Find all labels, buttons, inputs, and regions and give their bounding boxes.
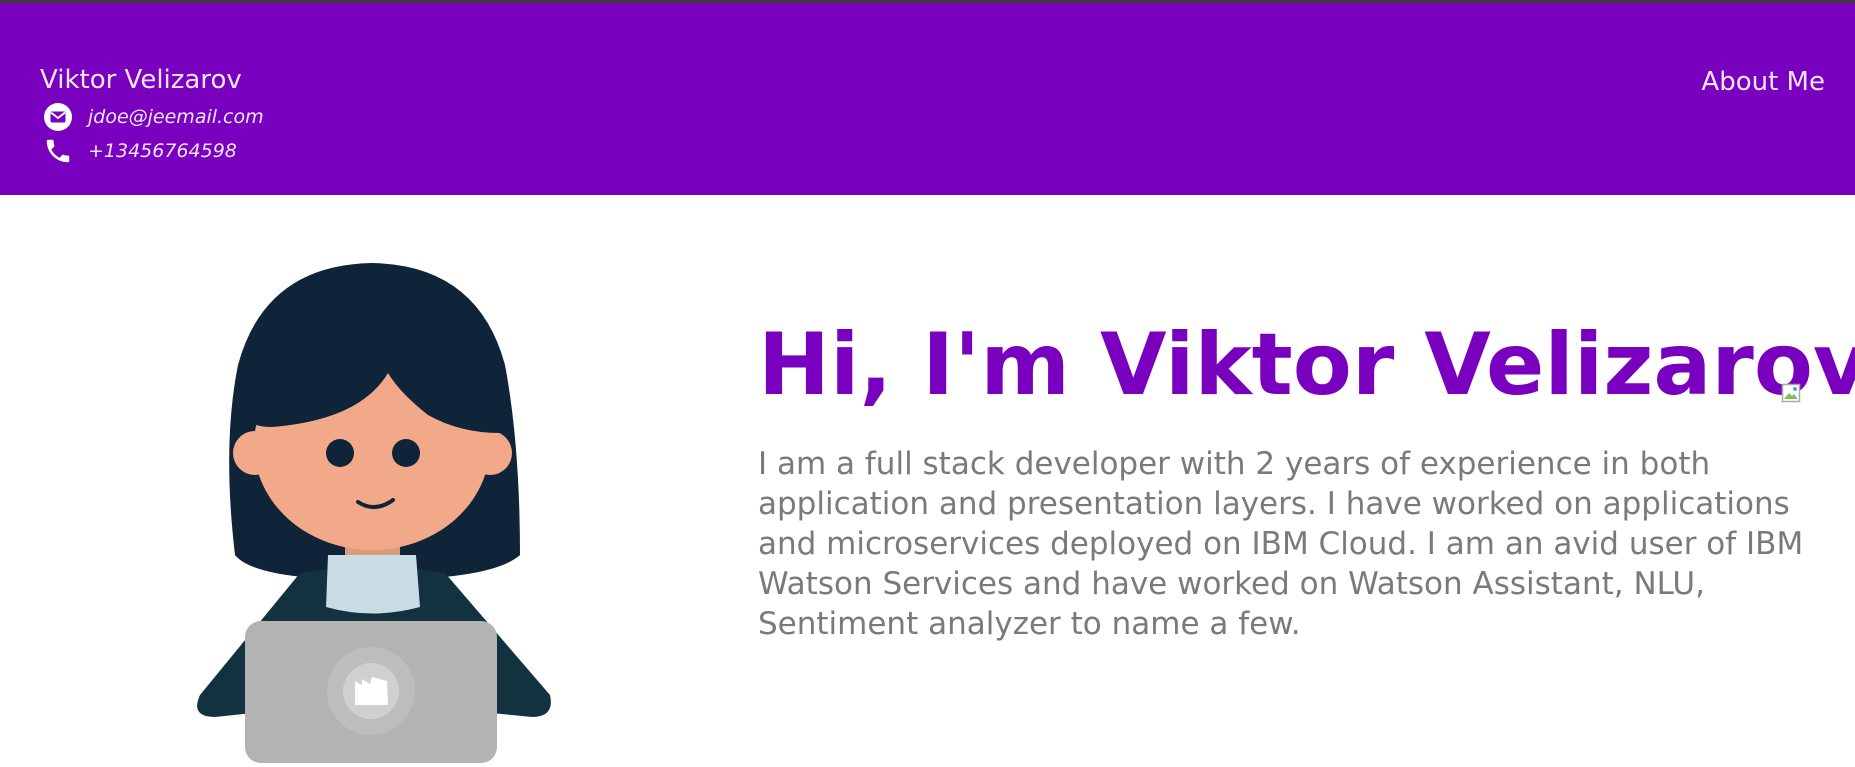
nav-about-me-link[interactable]: About Me — [1701, 67, 1825, 97]
contact-phone-row: +13456764598 — [42, 135, 237, 167]
contact-email[interactable]: jdoe@jeemail.com — [88, 106, 264, 128]
site-header: Viktor Velizarov jdoe@jeemail.com +13456… — [0, 3, 1855, 195]
shirt-collar — [326, 555, 420, 614]
envelope-icon — [42, 101, 74, 133]
contact-phone[interactable]: +13456764598 — [88, 140, 237, 162]
broken-image-icon — [1781, 383, 1801, 403]
contact-email-row: jdoe@jeemail.com — [42, 101, 264, 133]
hero-bio: I am a full stack developer with 2 years… — [758, 446, 1804, 642]
developer-illustration — [160, 255, 600, 763]
site-brand-name[interactable]: Viktor Velizarov — [40, 65, 242, 95]
phone-icon — [42, 135, 74, 167]
hero-title: Hi, I'm Viktor Velizarov! — [758, 315, 1855, 415]
